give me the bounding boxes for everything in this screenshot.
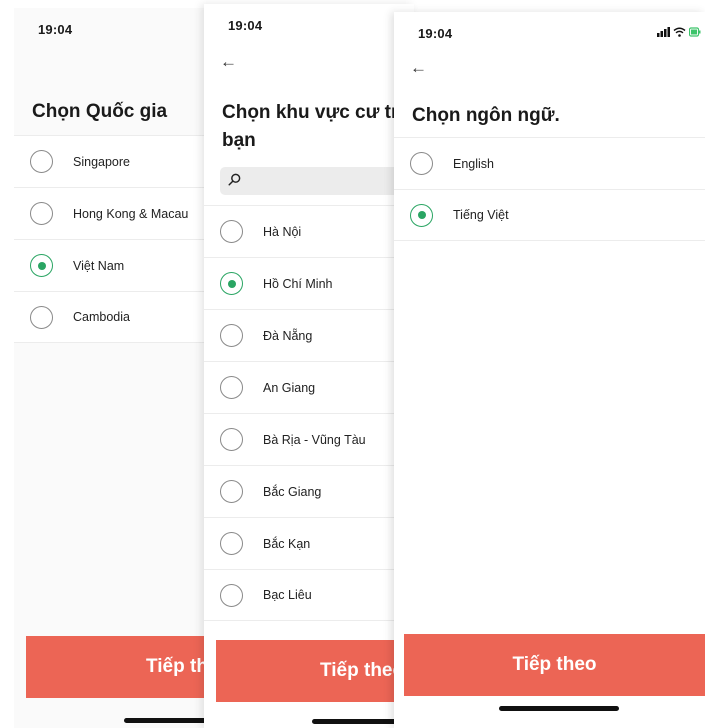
list-item-label: Hồ Chí Minh (263, 276, 333, 291)
list-item[interactable]: Việt Nam (14, 239, 224, 291)
country-screen: 19:04 Chọn Quốc gia Singapore Hong Kong … (14, 8, 224, 728)
radio-button[interactable] (30, 150, 53, 173)
radio-button-selected[interactable] (410, 203, 433, 227)
list-item-label: English (453, 156, 494, 171)
list-item[interactable]: Hà Nội (204, 205, 414, 257)
list-item-label: Hong Kong & Macau (73, 206, 189, 221)
list-item[interactable]: Singapore (14, 135, 224, 187)
page-title: Chọn khu vực cư trú của (222, 102, 414, 123)
page-title: Chọn Quốc gia (32, 101, 168, 122)
wifi-icon (673, 27, 686, 37)
back-arrow-icon[interactable]: ← (220, 52, 237, 72)
list-item[interactable]: Bạc Liêu (204, 569, 414, 621)
list-item-label: Cambodia (73, 310, 130, 324)
list-item[interactable]: Hong Kong & Macau (14, 187, 224, 239)
list-item[interactable]: Cambodia (14, 291, 224, 343)
list-item-label: Tiếng Việt (453, 208, 509, 222)
next-button[interactable]: Tiếp theo (26, 636, 224, 698)
region-screen: 19:04 ← Chọn khu vực cư trú của bạn Hà N… (204, 4, 414, 728)
list-item[interactable]: Đà Nẵng (204, 309, 414, 361)
list-item[interactable]: Tiếng Việt (394, 189, 705, 241)
signal-icon (657, 27, 670, 37)
status-time: 19:04 (228, 18, 263, 33)
radio-button[interactable] (220, 532, 243, 555)
list-item[interactable]: Hồ Chí Minh (204, 257, 414, 309)
list-item-label: Singapore (73, 154, 130, 169)
home-indicator (499, 706, 619, 711)
back-arrow-icon[interactable]: ← (410, 58, 427, 78)
search-icon (228, 173, 241, 186)
region-list: Hà Nội Hồ Chí Minh Đà Nẵng An Giang Bà R… (204, 205, 414, 621)
language-list: English Tiếng Việt (394, 137, 705, 241)
list-item[interactable]: An Giang (204, 361, 414, 413)
search-input[interactable] (220, 167, 414, 195)
list-item[interactable]: English (394, 137, 705, 189)
list-item[interactable]: Bắc Giang (204, 465, 414, 517)
next-button[interactable]: Tiếp theo (216, 640, 414, 702)
list-item-label: Bạc Liêu (263, 588, 312, 602)
radio-button[interactable] (30, 202, 53, 225)
radio-button[interactable] (220, 324, 243, 347)
page-title: Chọn ngôn ngữ. (412, 105, 560, 126)
radio-button[interactable] (220, 480, 243, 503)
battery-icon (689, 27, 701, 37)
list-item-label: Bà Rịa - Vũng Tàu (263, 432, 366, 447)
page-title-line2: bạn (222, 130, 256, 151)
radio-button[interactable] (410, 152, 433, 175)
status-time: 19:04 (418, 26, 453, 41)
radio-button[interactable] (30, 305, 53, 329)
radio-button[interactable] (220, 376, 243, 399)
list-item-label: Hà Nội (263, 224, 302, 239)
radio-button[interactable] (220, 428, 243, 451)
list-item-label: An Giang (263, 380, 316, 395)
status-icons (657, 27, 701, 37)
list-item[interactable]: Bắc Kạn (204, 517, 414, 569)
list-item[interactable]: Bà Rịa - Vũng Tàu (204, 413, 414, 465)
radio-button-selected[interactable] (220, 272, 243, 295)
radio-button-selected[interactable] (30, 254, 53, 277)
radio-button[interactable] (220, 583, 243, 607)
list-item-label: Bắc Giang (263, 484, 322, 499)
list-item-label: Bắc Kạn (263, 536, 311, 551)
status-time: 19:04 (38, 22, 73, 37)
language-screen: 19:04 ← Chọn ngôn ngữ. English Tiếng Việ… (394, 12, 705, 728)
radio-button[interactable] (220, 220, 243, 243)
next-button[interactable]: Tiếp theo (404, 634, 705, 696)
list-item-label: Đà Nẵng (263, 328, 313, 343)
country-list: Singapore Hong Kong & Macau Việt Nam Cam… (14, 135, 224, 343)
list-item-label: Việt Nam (73, 258, 125, 273)
